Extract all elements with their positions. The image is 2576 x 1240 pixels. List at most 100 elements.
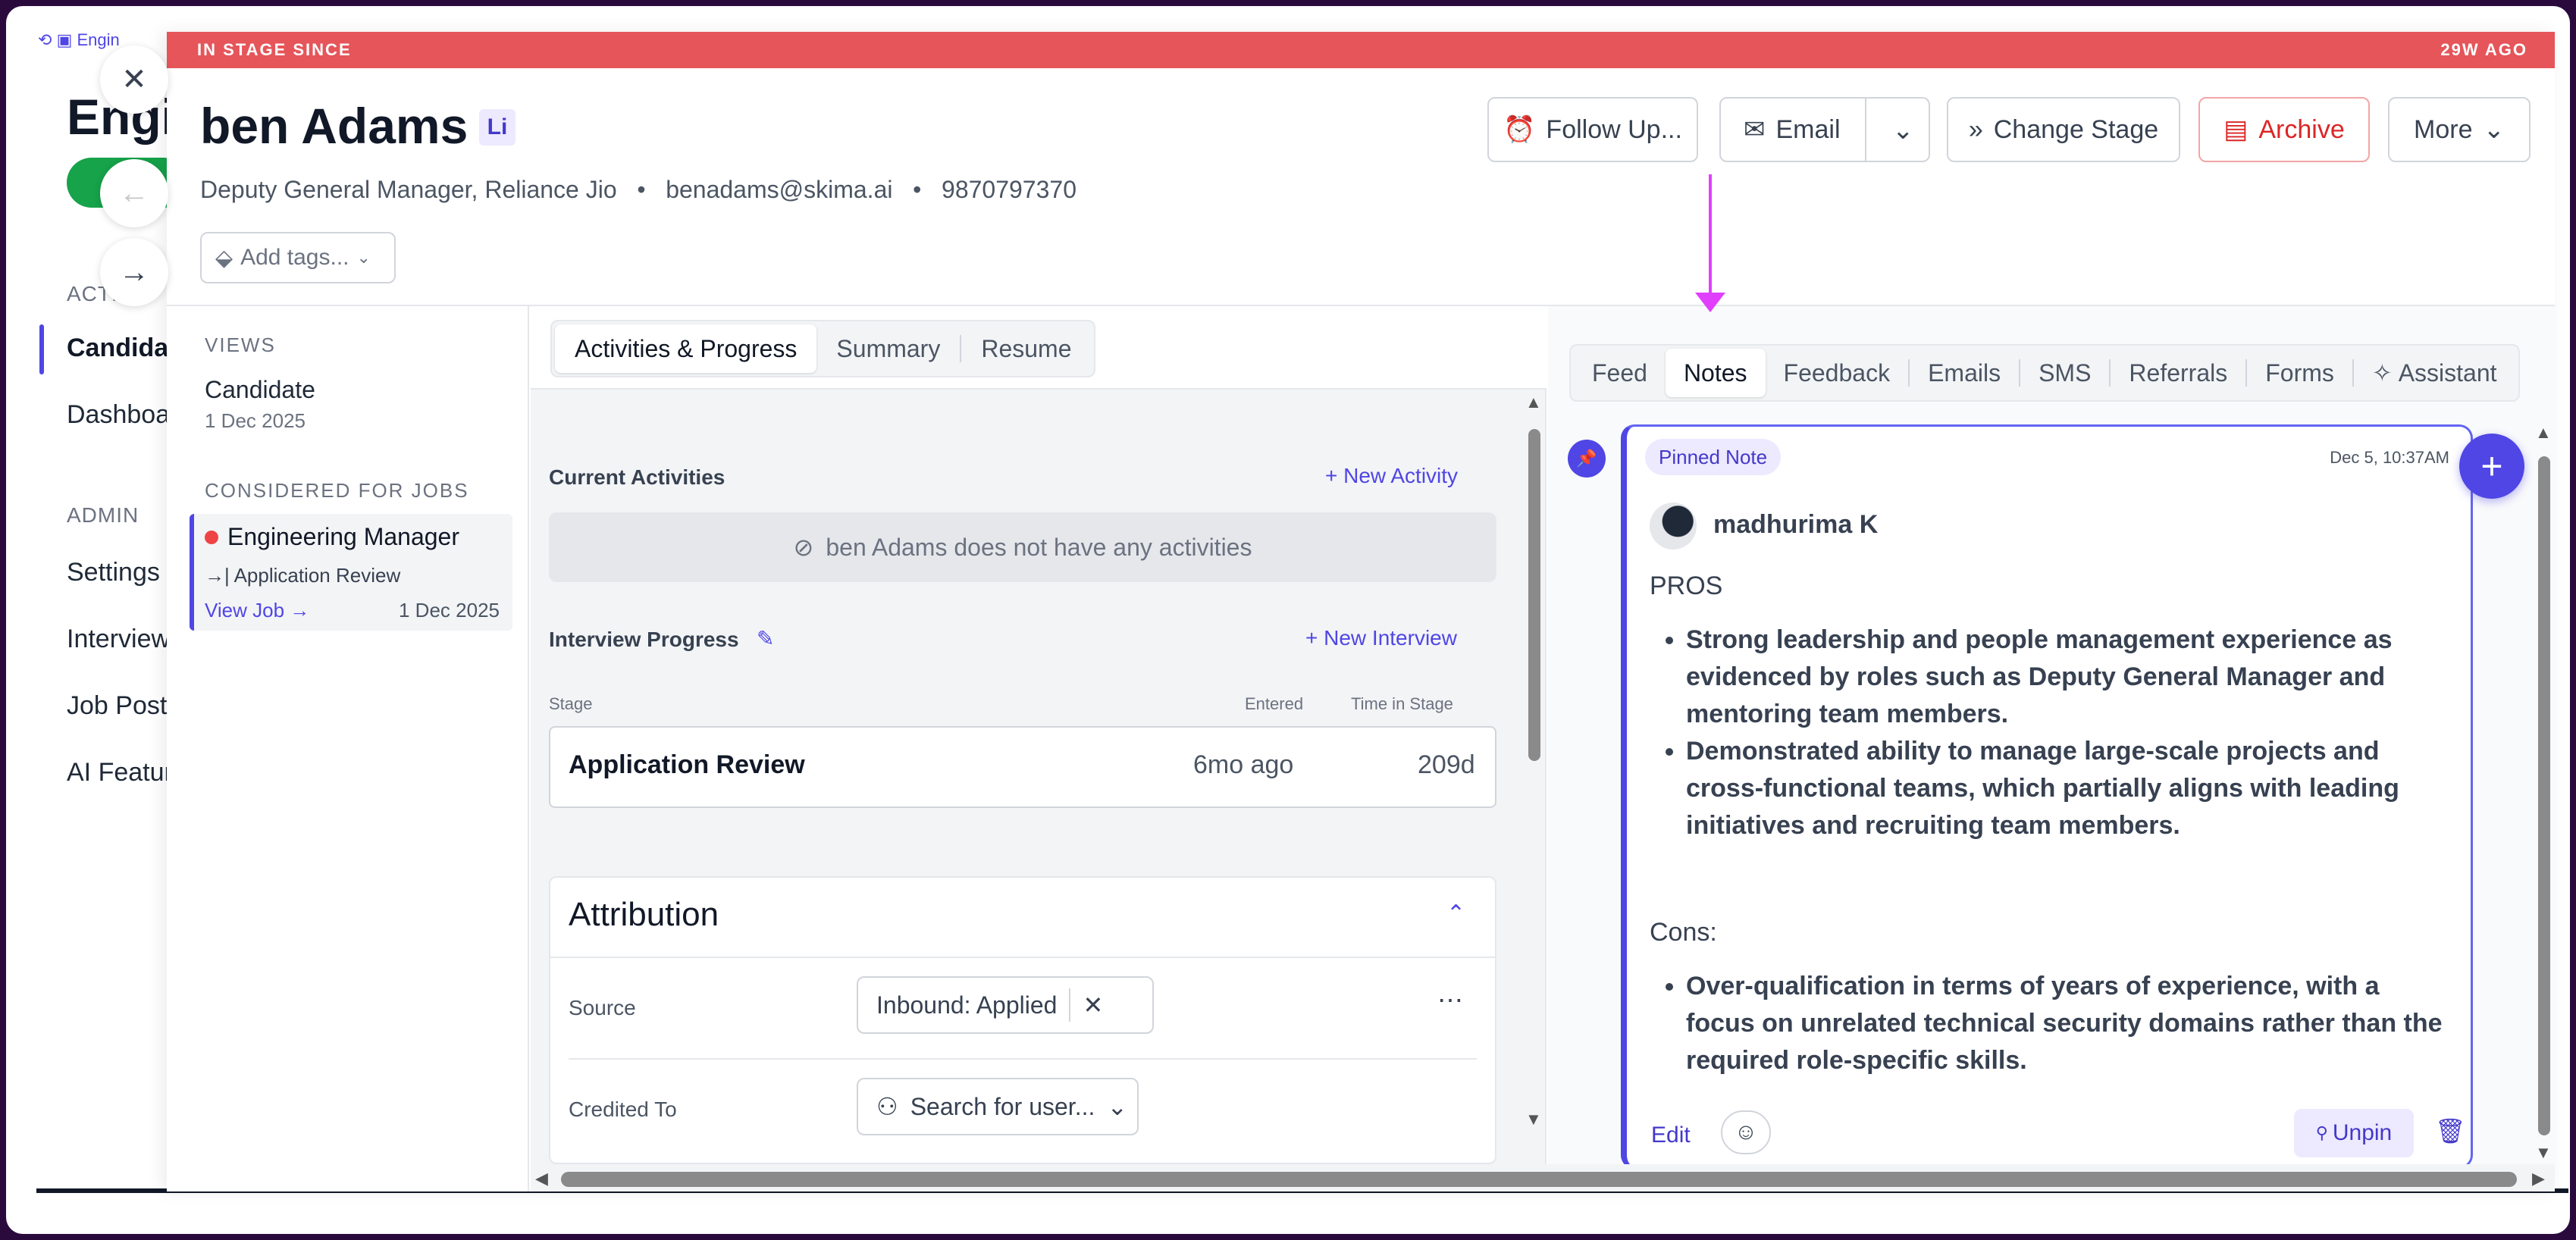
pencil-icon[interactable]: ✎ [757,626,774,651]
split-divider [1865,99,1866,161]
tab-feed[interactable]: Feed [1574,349,1666,397]
job-date: 1 Dec 2025 [399,599,500,622]
source-field[interactable]: Inbound: Applied ✕ [857,976,1154,1034]
add-tags-dropdown[interactable]: ⬙ Add tags... ⌄ [200,232,396,283]
tab-notes[interactable]: Notes [1665,349,1766,397]
pin-icon: 📌 [1568,440,1606,478]
tab-assistant[interactable]: ✧ Assistant [2354,349,2515,397]
right-tabs: Feed Notes Feedback Emails SMS Referrals… [1569,344,2520,402]
linkedin-icon[interactable]: Li [479,109,516,146]
next-arrow-icon[interactable]: → [100,238,168,306]
nav-ai-features[interactable]: AI Featur [67,758,173,788]
attribution-card: Attribution ⌃ Source Inbound: Applied ✕ … [549,876,1496,1164]
follow-up-button[interactable]: ⏰ Follow Up... [1487,97,1698,162]
email-button[interactable]: Email [1776,115,1841,145]
tab-resume[interactable]: Resume [961,324,1091,373]
current-activities-label: Current Activities [549,465,725,489]
briefcase-icon: ▣ [56,30,73,49]
edit-note-button[interactable]: Edit [1651,1123,1691,1148]
breadcrumb[interactable]: ⟲ ▣ Engin [38,30,120,50]
unpin-button[interactable]: ⚲ Unpin [2294,1109,2414,1157]
views-label: VIEWS [205,333,276,356]
scroll-up-icon[interactable]: ▲ [2535,423,2552,443]
chevron-down-icon: ⌄ [356,248,371,267]
tab-referrals[interactable]: Referrals [2111,349,2245,397]
trash-icon[interactable]: 🗑 [2435,1116,2466,1145]
credited-to-label: Credited To [569,1098,677,1121]
pros-list: Strong leadership and people management … [1650,622,2453,844]
stage-banner-label: IN STAGE SINCE [197,40,352,59]
horizontal-scrollbar[interactable]: ◀ ▶ [531,1164,2555,1191]
candidate-phone[interactable]: 9870797370 [942,176,1076,203]
notes-scrollbar[interactable]: ▲ ▼ [2534,423,2553,1166]
scroll-down-icon[interactable]: ▼ [2535,1143,2552,1163]
sparkle-icon: ✧ [2371,359,2393,387]
row-time: 209d [1418,750,1475,779]
scroll-left-icon[interactable]: ◀ [535,1169,548,1188]
add-note-button[interactable]: + [2459,434,2524,499]
scroll-thumb[interactable] [561,1172,2517,1187]
note-body: PROS Strong leadership and people manage… [1650,568,2453,1079]
nav-settings[interactable]: Settings [67,558,160,587]
job-title[interactable]: Engineering Manager [227,523,459,551]
nav-dashboard[interactable]: Dashboa [67,400,170,430]
emoji-reaction-icon[interactable]: ☺ [1721,1110,1771,1154]
tab-emails[interactable]: Emails [1910,349,2019,397]
col-stage: Stage [549,694,593,713]
view-candidate[interactable]: Candidate [205,376,315,404]
history-icon: ⟲ [38,30,52,49]
candidate-title: Deputy General Manager, Reliance Jio [200,176,617,203]
candidate-drawer: IN STAGE SINCE 29W AGO ben Adams Li Depu… [167,32,2555,1191]
note-author: madhurima K [1713,510,1879,539]
tab-sms[interactable]: SMS [2020,349,2109,397]
attribution-title: Attribution [569,896,719,933]
middle-scrollbar[interactable]: ▲ ▼ [1524,390,1543,1132]
tab-summary[interactable]: Summary [816,324,960,373]
new-activity-button[interactable]: + New Activity [1325,464,1458,488]
annotation-arrow-head [1695,293,1725,312]
source-label: Source [569,996,636,1019]
tab-forms[interactable]: Forms [2247,349,2352,397]
email-dropdown-chevron-icon[interactable]: ⌄ [1892,115,1914,146]
middle-tabs-bar: Activities & Progress Summary Resume [531,306,1547,390]
interview-progress-label: Interview Progress [549,628,739,651]
chevron-down-icon: ⌄ [1107,1093,1128,1120]
stage-arrow-icon: →| [205,564,230,587]
col-time-in-stage: Time in Stage [1351,694,1453,713]
user-search-icon: ⚇ [876,1093,898,1120]
app-window: ⟲ ▣ Engin Engi ACTI Candidat Dashboa ADM… [6,6,2570,1234]
nav-candidates[interactable]: Candidat [67,333,177,363]
job-card[interactable]: Engineering Manager →| Application Revie… [190,514,512,631]
considered-jobs-label: CONSIDERED FOR JOBS [205,479,469,502]
archive-button[interactable]: ▤ Archive [2198,97,2370,162]
empty-circle-slash-icon: ⊘ [793,534,814,561]
list-item: Demonstrated ability to manage large-sca… [1686,733,2453,844]
clear-icon[interactable]: ✕ [1083,991,1103,1019]
scroll-up-icon[interactable]: ▲ [1525,393,1542,412]
row-stage: Application Review [569,750,805,779]
candidate-name: ben Adams [200,98,469,154]
close-icon[interactable]: ✕ [100,45,168,114]
scroll-thumb[interactable] [1528,429,1540,761]
more-button[interactable]: More ⌄ [2388,97,2531,162]
tab-feedback[interactable]: Feedback [1766,349,1909,397]
table-row[interactable]: Application Review 6mo ago 209d [549,726,1496,808]
candidate-email[interactable]: benadams@skima.ai [666,176,892,203]
more-options-icon[interactable]: ⋯ [1437,985,1463,1016]
row-entered: 6mo ago [1193,750,1294,779]
tag-icon: ⬙ [215,245,233,271]
previous-arrow-icon[interactable]: ← [100,159,168,227]
job-stage: →| Application Review [205,564,401,587]
new-interview-button[interactable]: + New Interview [1305,626,1457,650]
scroll-right-icon[interactable]: ▶ [2532,1169,2545,1188]
view-job-link[interactable]: View Job → [205,599,309,622]
chevron-up-icon[interactable]: ⌃ [1446,900,1465,927]
scroll-thumb[interactable] [2538,456,2550,1135]
scroll-down-icon[interactable]: ▼ [1525,1110,1542,1129]
annotation-arrow [1709,174,1712,296]
credited-to-field[interactable]: ⚇ Search for user... ⌄ [857,1078,1139,1135]
drawer-left-nav: VIEWS Candidate 1 Dec 2025 CONSIDERED FO… [167,306,529,1191]
nav-interviews[interactable]: Interview [67,625,170,654]
change-stage-button[interactable]: » Change Stage [1947,97,2180,162]
tab-activities-progress[interactable]: Activities & Progress [555,324,817,373]
